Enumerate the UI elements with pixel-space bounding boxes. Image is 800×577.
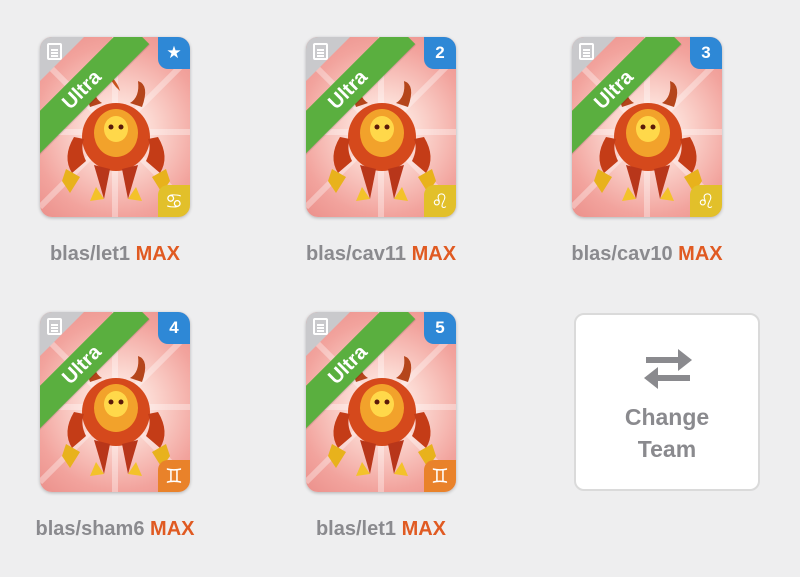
gemini-icon: ♊ xyxy=(424,460,456,492)
note-icon xyxy=(579,43,594,60)
star-icon: ★ xyxy=(158,37,190,69)
level-max: MAX xyxy=(401,518,447,540)
cancer-icon: ♋ xyxy=(158,185,190,217)
monster-label: blas/let1 MAX xyxy=(246,518,516,541)
level-max: MAX xyxy=(135,243,181,265)
monster-card[interactable]: Ultra 3 ♌ xyxy=(572,37,722,217)
monster-name: blas/cav10 xyxy=(571,243,673,265)
monster-card[interactable]: Ultra 4 ♊ xyxy=(40,312,190,492)
monster-label: blas/cav11 MAX xyxy=(246,243,516,266)
change-team-line1: Change xyxy=(624,404,710,430)
note-icon xyxy=(313,43,328,60)
slot-number-badge: 2 xyxy=(424,37,456,69)
level-max: MAX xyxy=(150,518,195,540)
slot-number-badge: 5 xyxy=(424,312,456,344)
leo-icon: ♌ xyxy=(690,185,722,217)
monster-label: blas/sham6 MAX xyxy=(0,518,250,541)
monster-card[interactable]: Ultra ★ ♋ xyxy=(40,37,190,217)
swap-arrows-icon xyxy=(644,349,692,389)
leo-icon: ♌ xyxy=(424,185,456,217)
monster-name: blas/let1 xyxy=(315,518,397,540)
monster-slot-2[interactable]: Ultra 2 ♌ blas/cav11 MAX xyxy=(306,37,456,265)
monster-slot-3[interactable]: Ultra 3 ♌ blas/cav10 MAX xyxy=(571,37,723,265)
slot-number-badge: 3 xyxy=(690,37,722,69)
monster-slot-1[interactable]: Ultra ★ ♋ blas/let1 MAX xyxy=(40,37,190,265)
monster-slot-5[interactable]: Ultra 5 ♊ blas/let1 MAX xyxy=(306,312,456,540)
monster-card[interactable]: Ultra 2 ♌ xyxy=(306,37,456,217)
note-icon xyxy=(313,318,328,335)
monster-label: blas/let1 MAX xyxy=(0,243,250,266)
level-max: MAX xyxy=(678,243,723,265)
monster-slot-4[interactable]: Ultra 4 ♊ blas/sham6 MAX xyxy=(36,312,194,540)
monster-name: blas/let1 xyxy=(49,243,131,265)
note-icon xyxy=(47,43,62,60)
monster-label: blas/cav10 MAX xyxy=(512,243,782,266)
gemini-icon: ♊ xyxy=(158,460,190,492)
change-team-button[interactable]: Change Team xyxy=(574,313,760,491)
note-icon xyxy=(47,318,62,335)
level-max: MAX xyxy=(411,243,457,265)
change-team-label: Change Team xyxy=(576,401,758,465)
monster-card[interactable]: Ultra 5 ♊ xyxy=(306,312,456,492)
slot-number-badge: 4 xyxy=(158,312,190,344)
monster-name: blas/cav11 xyxy=(305,243,407,265)
monster-name: blas/sham6 xyxy=(35,518,145,540)
change-team-line2: Team xyxy=(637,436,697,462)
